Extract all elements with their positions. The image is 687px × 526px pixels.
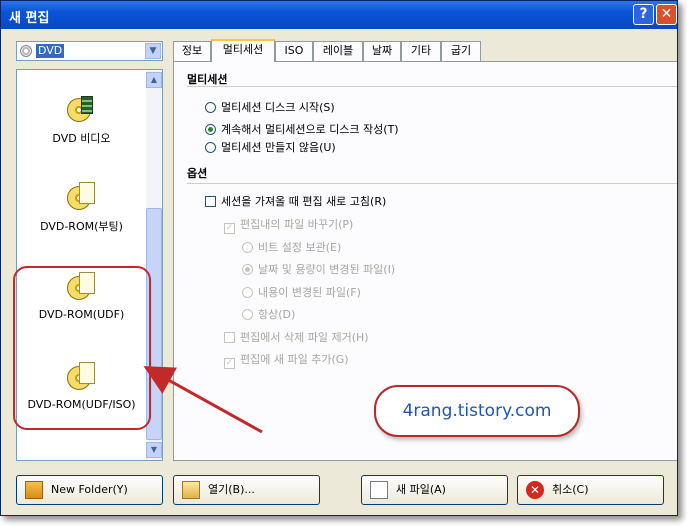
list-item-dvd-rom-boot[interactable]: DVD-ROM(부팅)	[17, 180, 146, 234]
highlight-annotation	[13, 266, 151, 430]
radio-label: 멀티세션 디스크 시작(S)	[221, 101, 335, 114]
button-label: 새 파일(A)	[396, 483, 446, 496]
list-item-label: DVD 비디오	[52, 132, 111, 145]
checkbox-add-new-files[interactable]: ✓ 편집에 새 파일 추가(G)	[224, 351, 349, 369]
radio-label: 내용이 변경된 파일(F)	[258, 286, 361, 299]
checkmark-icon[interactable]: ✓	[224, 358, 235, 369]
close-button[interactable]: ✕	[656, 4, 677, 25]
tab-date[interactable]: 날짜	[363, 41, 401, 61]
radio-icon[interactable]	[205, 102, 216, 113]
cancel-icon: ✕	[526, 481, 544, 499]
radio-label: 계속해서 멀티세션으로 디스크 작성(T)	[221, 123, 399, 136]
scroll-up-icon[interactable]: ▲	[146, 72, 162, 88]
tab-info[interactable]: 정보	[173, 41, 211, 61]
radio-label: 날짜 및 용량이 변경된 파일(I)	[258, 263, 396, 276]
button-label: 취소(C)	[552, 483, 589, 496]
radio-label: 비트 설정 보관(E)	[258, 241, 342, 254]
watermark-label: 4rang.tistory.com	[374, 385, 580, 437]
radio-icon[interactable]	[242, 242, 253, 253]
open-button[interactable]: 열기(B)...	[173, 475, 320, 505]
checkbox-icon[interactable]	[224, 332, 235, 343]
new-folder-icon	[25, 481, 43, 499]
checkbox-refresh-on-import[interactable]: 세션을 가져올 때 편집 새로 고침(R)	[205, 193, 386, 209]
disc-type-value: DVD	[36, 44, 65, 58]
new-file-button[interactable]: 새 파일(A)	[361, 475, 508, 505]
title-bar[interactable]: 새 편집 ? ✕	[1, 1, 677, 29]
checkmark-icon[interactable]: ✓	[224, 223, 235, 234]
button-label: 열기(B)...	[208, 483, 255, 496]
list-item-label: DVD-ROM(부팅)	[40, 220, 123, 233]
radio-no-multisession[interactable]: 멀티세션 만들지 않음(U)	[205, 139, 336, 155]
radio-keep-bits[interactable]: 비트 설정 보관(E)	[242, 239, 341, 255]
tab-burn[interactable]: 굽기	[441, 41, 481, 61]
radio-content-changed[interactable]: 내용이 변경된 파일(F)	[242, 284, 361, 300]
tab-multisession[interactable]: 멀티세션	[211, 39, 275, 62]
list-item-dvd-video[interactable]: DVD 비디오	[17, 92, 146, 146]
new-folder-button[interactable]: New Folder(Y)	[16, 475, 163, 505]
radio-icon[interactable]	[205, 124, 216, 135]
checkbox-remove-deleted[interactable]: 편집에서 삭제 파일 제거(H)	[224, 329, 369, 345]
button-label: New Folder(Y)	[51, 483, 128, 496]
checkbox-icon[interactable]	[205, 196, 216, 207]
open-folder-icon	[182, 481, 200, 499]
dvd-rom-boot-icon	[66, 180, 97, 212]
options-heading: 옵션	[187, 167, 208, 180]
radio-always[interactable]: 항상(D)	[242, 306, 295, 322]
checkbox-label: 편집에 새 파일 추가(G)	[240, 353, 349, 366]
checkbox-label: 편집내의 파일 바꾸기(P)	[240, 218, 354, 231]
new-compilation-dialog: 새 편집 ? ✕ DVD ▼ DVD 비디오 DVD-ROM(부팅) DVD-R…	[0, 0, 678, 516]
checkbox-replace-files[interactable]: ✓ 편집내의 파일 바꾸기(P)	[224, 216, 353, 234]
radio-icon[interactable]	[242, 264, 253, 275]
divider	[187, 86, 677, 87]
radio-icon[interactable]	[242, 287, 253, 298]
multisession-heading: 멀티세션	[187, 73, 228, 86]
divider	[187, 183, 677, 184]
cancel-button[interactable]: ✕ 취소(C)	[517, 475, 664, 505]
radio-label: 멀티세션 만들지 않음(U)	[221, 141, 336, 154]
help-button[interactable]: ?	[633, 4, 654, 25]
checkbox-label: 세션을 가져올 때 편집 새로 고침(R)	[221, 195, 387, 208]
new-file-icon	[370, 481, 388, 499]
radio-date-size-changed[interactable]: 날짜 및 용량이 변경된 파일(I)	[242, 261, 395, 277]
tab-misc[interactable]: 기타	[401, 41, 441, 61]
dvd-video-icon	[66, 92, 97, 124]
checkbox-label: 편집에서 삭제 파일 제거(H)	[240, 331, 369, 344]
radio-icon[interactable]	[242, 309, 253, 320]
scroll-down-icon[interactable]: ▼	[146, 442, 162, 458]
tab-label[interactable]: 레이블	[313, 41, 363, 61]
chevron-down-icon[interactable]: ▼	[145, 43, 161, 59]
disc-icon	[20, 45, 32, 57]
radio-start-multisession[interactable]: 멀티세션 디스크 시작(S)	[205, 99, 335, 115]
window-title: 새 편집	[9, 11, 50, 26]
radio-icon[interactable]	[205, 142, 216, 153]
radio-label: 항상(D)	[258, 308, 296, 321]
radio-continue-multisession[interactable]: 계속해서 멀티세션으로 디스크 작성(T)	[205, 121, 399, 137]
tab-iso[interactable]: ISO	[275, 41, 313, 61]
disc-type-dropdown[interactable]: DVD ▼	[16, 41, 163, 61]
